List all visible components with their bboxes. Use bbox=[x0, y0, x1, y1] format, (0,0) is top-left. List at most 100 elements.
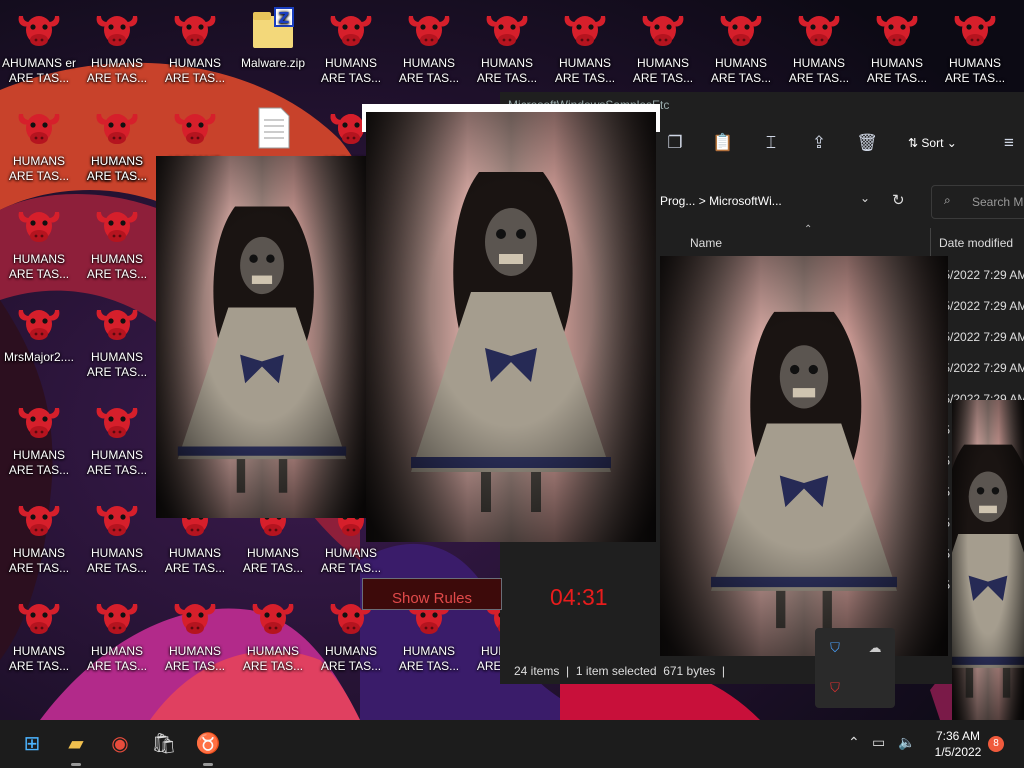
system-clock[interactable]: 7:36 AM 1/5/2022 bbox=[920, 728, 996, 760]
desktop-icon[interactable]: HUMANS ARE TAS... bbox=[78, 196, 156, 294]
desktop-icon-label: HUMANS ARE TAS... bbox=[86, 644, 148, 673]
desktop-icon-label: HUMANS ARE TAS... bbox=[86, 546, 148, 575]
file-row-date[interactable]: /5/2022 7:29 AM bbox=[940, 299, 1024, 313]
show-hidden-icons-chevron-icon[interactable]: ⌃ bbox=[848, 734, 860, 751]
column-divider[interactable] bbox=[930, 228, 931, 256]
red-bull-icon bbox=[780, 6, 858, 54]
file-row-date[interactable]: /5/2022 7:29 AM bbox=[940, 268, 1024, 282]
file-row-date[interactable]: /5/2022 7:29 AM bbox=[940, 361, 1024, 375]
red-bull-icon bbox=[468, 6, 546, 54]
scary-doll-image bbox=[366, 112, 656, 542]
search-placeholder: Search Mi bbox=[972, 195, 1024, 209]
desktop-icon[interactable]: HUMANS ARE TAS... bbox=[78, 490, 156, 588]
desktop-icon-label: HUMANS ARE TAS... bbox=[320, 644, 382, 673]
desktop-icon[interactable]: HUMANS ARE TAS... bbox=[0, 196, 78, 294]
taskbar: ⊞ ▰ ◉ 🛍 ♉ ⌃ ▭ 🔈 7:36 AM 1/5/2022 8 bbox=[0, 720, 1024, 768]
desktop-icon[interactable]: HUMANS ARE TAS... bbox=[156, 0, 234, 98]
red-bull-icon bbox=[78, 300, 156, 348]
desktop-icon-label: HUMANS ARE TAS... bbox=[8, 546, 70, 575]
desktop-icon-label: HUMANS ARE TAS... bbox=[86, 350, 148, 379]
breadcrumb-segment[interactable]: Prog... bbox=[660, 194, 695, 208]
paste-icon[interactable]: 📋 bbox=[710, 130, 736, 156]
desktop-icon-label: HUMANS ARE TAS... bbox=[476, 56, 538, 85]
address-bar[interactable]: Prog... > MicrosoftWi... ⌄ ↻ bbox=[650, 185, 920, 217]
red-bull-icon bbox=[78, 496, 156, 544]
red-bull-icon bbox=[0, 398, 78, 446]
desktop-icon[interactable]: HUMANS ARE TAS... bbox=[546, 0, 624, 98]
desktop-icon-label: HUMANS ARE TAS... bbox=[164, 546, 226, 575]
store-icon[interactable]: 🛍 bbox=[148, 728, 180, 760]
desktop-icon[interactable]: HUMANS ARE TAS... bbox=[858, 0, 936, 98]
desktop-icon[interactable]: HUMANS ARE TAS... bbox=[312, 0, 390, 98]
status-item-count: 24 items bbox=[514, 664, 560, 678]
red-bull-icon bbox=[702, 6, 780, 54]
volume-icon[interactable]: 🔈 bbox=[898, 734, 915, 751]
show-rules-button[interactable]: Show Rules bbox=[362, 578, 502, 610]
refresh-icon[interactable]: ↻ bbox=[892, 191, 905, 209]
desktop-icon[interactable]: HUMANS ARE TAS... bbox=[156, 588, 234, 686]
desktop-icon-label: HUMANS ARE TAS... bbox=[8, 644, 70, 673]
red-bull-icon bbox=[312, 6, 390, 54]
red-bull-icon bbox=[0, 202, 78, 250]
file-row-date[interactable]: /5/2022 7:29 AM bbox=[940, 330, 1024, 344]
desktop-icon[interactable]: HUMANS ARE TAS... bbox=[234, 588, 312, 686]
red-bull-icon bbox=[546, 6, 624, 54]
desktop-icon[interactable]: AHUMANS er ARE TAS... bbox=[0, 0, 78, 98]
red-bull-icon bbox=[78, 104, 156, 152]
desktop-icon[interactable]: HUMANS ARE TAS... bbox=[0, 490, 78, 588]
desktop-icon-label: HUMANS ARE TAS... bbox=[944, 56, 1006, 85]
defender-alert-icon[interactable]: ⛉ bbox=[823, 676, 847, 700]
rename-icon[interactable]: ⌶ bbox=[758, 130, 784, 156]
desktop-icon[interactable]: HUMANS ARE TAS... bbox=[780, 0, 858, 98]
desktop-icon[interactable]: HUMANS ARE TAS... bbox=[78, 588, 156, 686]
desktop-icon[interactable]: HUMANS ARE TAS... bbox=[702, 0, 780, 98]
tray-overflow-popup: ⛉ ☁ ⛉ bbox=[815, 628, 895, 708]
desktop-icon[interactable]: HUMANS ARE TAS... bbox=[0, 98, 78, 196]
chrome-icon[interactable]: ◉ bbox=[104, 728, 136, 760]
desktop-icon[interactable]: MrsMajor2.... bbox=[0, 294, 78, 392]
desktop-icon-label: AHUMANS er ARE TAS... bbox=[1, 56, 76, 85]
scary-doll-image bbox=[952, 400, 1024, 720]
desktop-icon[interactable]: HUMANS ARE TAS... bbox=[936, 0, 1014, 98]
desktop-icon[interactable]: HUMANS ARE TAS... bbox=[78, 392, 156, 490]
red-bull-icon bbox=[78, 202, 156, 250]
red-bull-icon bbox=[78, 594, 156, 642]
desktop-icon[interactable]: HUMANS ARE TAS... bbox=[0, 588, 78, 686]
desktop-icon-label: HUMANS ARE TAS... bbox=[710, 56, 772, 85]
desktop-icon[interactable]: HUMANS ARE TAS... bbox=[390, 0, 468, 98]
sort-button[interactable]: ⇅ Sort ⌄ bbox=[908, 130, 957, 156]
desktop-icon[interactable]: HUMANS ARE TAS... bbox=[624, 0, 702, 98]
network-icon[interactable]: ▭ bbox=[872, 734, 885, 751]
view-menu-icon[interactable]: ≡ bbox=[996, 130, 1022, 156]
desktop-icon-label: HUMANS ARE TAS... bbox=[632, 56, 694, 85]
column-header-name[interactable]: Name bbox=[690, 236, 722, 250]
desktop-icon[interactable]: HUMANS ARE TAS... bbox=[78, 98, 156, 196]
scary-doll-image bbox=[156, 156, 368, 518]
desktop-icon[interactable]: HUMANS ARE TAS... bbox=[468, 0, 546, 98]
bull-app-icon[interactable]: ♉ bbox=[192, 728, 224, 766]
share-icon[interactable]: ⇪ bbox=[806, 130, 832, 156]
chevron-down-icon[interactable]: ⌄ bbox=[860, 191, 870, 205]
copy-icon[interactable]: ❐ bbox=[662, 130, 688, 156]
start-icon[interactable]: ⊞ bbox=[16, 728, 48, 760]
desktop-icon[interactable]: HUMANS ARE TAS... bbox=[0, 392, 78, 490]
red-bull-icon bbox=[0, 300, 78, 348]
notification-badge[interactable]: 8 bbox=[988, 736, 1004, 752]
desktop-icon[interactable]: Z Malware.zip bbox=[234, 0, 312, 98]
desktop-icon[interactable]: HUMANS ARE TAS... bbox=[78, 0, 156, 98]
desktop-icon-label: HUMANS ARE TAS... bbox=[398, 56, 460, 85]
desktop-icon[interactable]: HUMANS ARE TAS... bbox=[78, 294, 156, 392]
red-bull-icon bbox=[0, 496, 78, 544]
game-window-controls: Show Rules 04:31 bbox=[362, 570, 660, 610]
breadcrumb-segment[interactable]: MicrosoftWi... bbox=[709, 194, 782, 208]
desktop-icon-label: HUMANS ARE TAS... bbox=[8, 252, 70, 281]
delete-icon[interactable]: 🗑 bbox=[854, 130, 880, 156]
column-header-date[interactable]: Date modified bbox=[939, 236, 1013, 250]
red-bull-icon bbox=[156, 594, 234, 642]
security-shield-icon[interactable]: ⛉ bbox=[823, 636, 847, 660]
file-explorer-icon[interactable]: ▰ bbox=[60, 728, 92, 766]
desktop-icon-label: HUMANS ARE TAS... bbox=[866, 56, 928, 85]
red-bull-icon bbox=[936, 6, 1014, 54]
onedrive-off-icon[interactable]: ☁ bbox=[863, 636, 887, 660]
search-box[interactable]: ⌕ Search Mi bbox=[931, 185, 1024, 219]
